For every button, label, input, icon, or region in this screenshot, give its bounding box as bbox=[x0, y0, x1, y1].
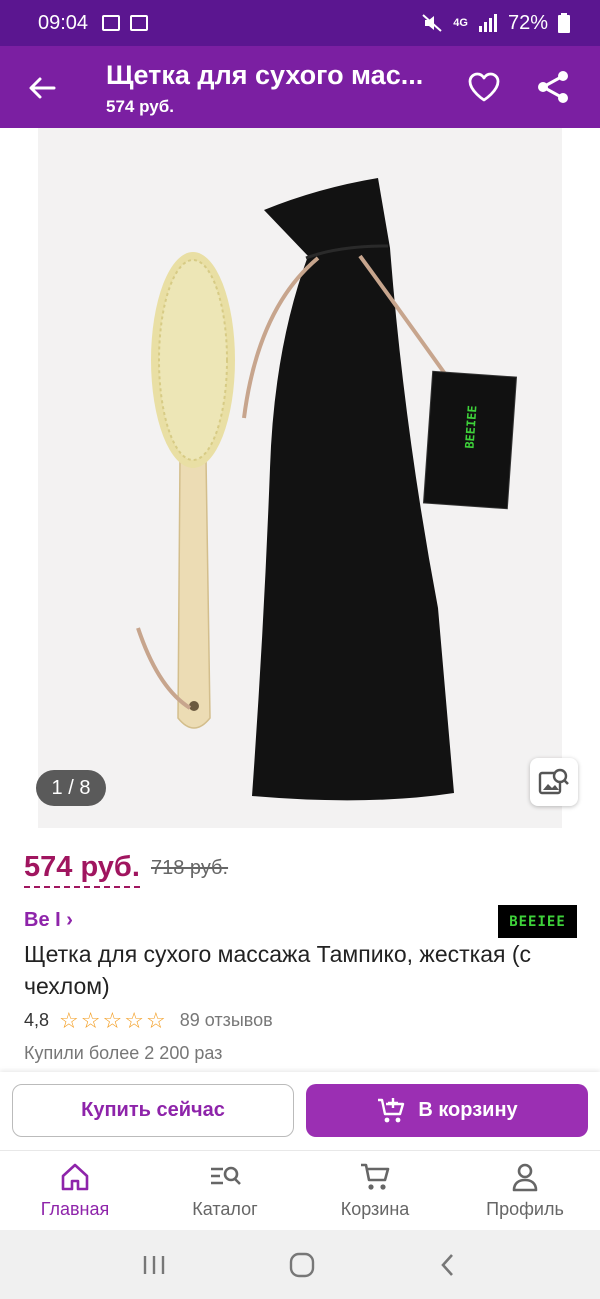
heart-icon[interactable] bbox=[465, 68, 503, 106]
page-subtitle-price: 574 руб. bbox=[106, 97, 174, 116]
battery-percent: 72% bbox=[507, 11, 548, 34]
bottom-navigation: Главная Каталог Корзина Профиль bbox=[0, 1150, 600, 1230]
add-to-cart-label: В корзину bbox=[418, 1099, 518, 1121]
nav-home[interactable]: Главная bbox=[0, 1151, 150, 1230]
cart-icon bbox=[361, 1163, 390, 1190]
cart-plus-icon bbox=[378, 1097, 405, 1122]
system-back-icon[interactable] bbox=[437, 1252, 459, 1278]
page-title: Щетка для сухого мас... bbox=[106, 60, 424, 90]
rating-value: 4,8 bbox=[24, 1010, 50, 1030]
gallery-notification-icon bbox=[102, 15, 121, 31]
mute-icon bbox=[422, 14, 442, 32]
star-icon: ☆ bbox=[124, 1007, 144, 1033]
camera-notification-icon bbox=[130, 15, 149, 31]
reviews-count: 89 отзывов bbox=[179, 1010, 273, 1030]
current-price: 574 руб. bbox=[24, 850, 140, 888]
image-search-button[interactable] bbox=[530, 758, 578, 806]
star-icon: ☆ bbox=[80, 1007, 101, 1033]
purchase-count: Купили более 2 200 раз bbox=[24, 1043, 223, 1063]
profile-icon bbox=[512, 1163, 538, 1192]
nav-cart-label: Корзина bbox=[340, 1199, 410, 1219]
image-counter: 1 / 8 bbox=[36, 770, 106, 806]
product-title: Щетка для сухого массажа Тампико, жестка… bbox=[24, 941, 532, 999]
system-navigation-bar bbox=[0, 1230, 600, 1299]
old-price: 718 руб. bbox=[151, 857, 229, 879]
share-icon[interactable] bbox=[534, 68, 572, 106]
star-icon: ☆ bbox=[102, 1007, 123, 1033]
back-arrow-icon[interactable] bbox=[22, 68, 62, 108]
home-button-icon[interactable] bbox=[288, 1251, 316, 1279]
status-bar: 09:04 4G 72% bbox=[0, 0, 600, 46]
brand-logo[interactable]: BEEIEE bbox=[498, 905, 577, 938]
home-icon bbox=[61, 1163, 89, 1191]
buy-now-button[interactable]: Купить сейчас bbox=[12, 1084, 294, 1137]
recent-apps-icon[interactable] bbox=[141, 1253, 167, 1277]
product-image bbox=[136, 178, 518, 801]
nav-cart[interactable]: Корзина bbox=[300, 1151, 450, 1230]
nav-catalog[interactable]: Каталог bbox=[150, 1151, 300, 1230]
product-image-gallery[interactable]: BEEIEE bbox=[38, 128, 562, 828]
app-bar: Щетка для сухого мас... 574 руб. bbox=[0, 46, 600, 128]
rating-stars: ☆ ☆ ☆ ☆ ☆ bbox=[59, 1007, 166, 1033]
brand-link[interactable]: Be I › bbox=[24, 909, 73, 932]
action-bar: Купить сейчас В корзину bbox=[0, 1072, 600, 1150]
signal-icon bbox=[478, 14, 497, 32]
add-to-cart-button[interactable]: В корзину bbox=[306, 1084, 588, 1137]
nav-home-label: Главная bbox=[40, 1199, 110, 1219]
battery-icon bbox=[558, 13, 570, 33]
nav-profile-label: Профиль bbox=[486, 1199, 564, 1219]
catalog-search-icon bbox=[211, 1166, 241, 1185]
image-search-icon bbox=[538, 768, 569, 795]
network-type: 4G bbox=[453, 17, 468, 29]
nav-profile[interactable]: Профиль bbox=[450, 1151, 600, 1230]
star-icon: ☆ bbox=[145, 1007, 166, 1033]
status-time: 09:04 bbox=[38, 11, 89, 34]
star-icon: ☆ bbox=[59, 1007, 79, 1033]
nav-catalog-label: Каталог bbox=[192, 1199, 258, 1219]
rating-row[interactable]: 4,8 ☆ ☆ ☆ ☆ ☆ 89 отзывов bbox=[24, 1007, 273, 1033]
